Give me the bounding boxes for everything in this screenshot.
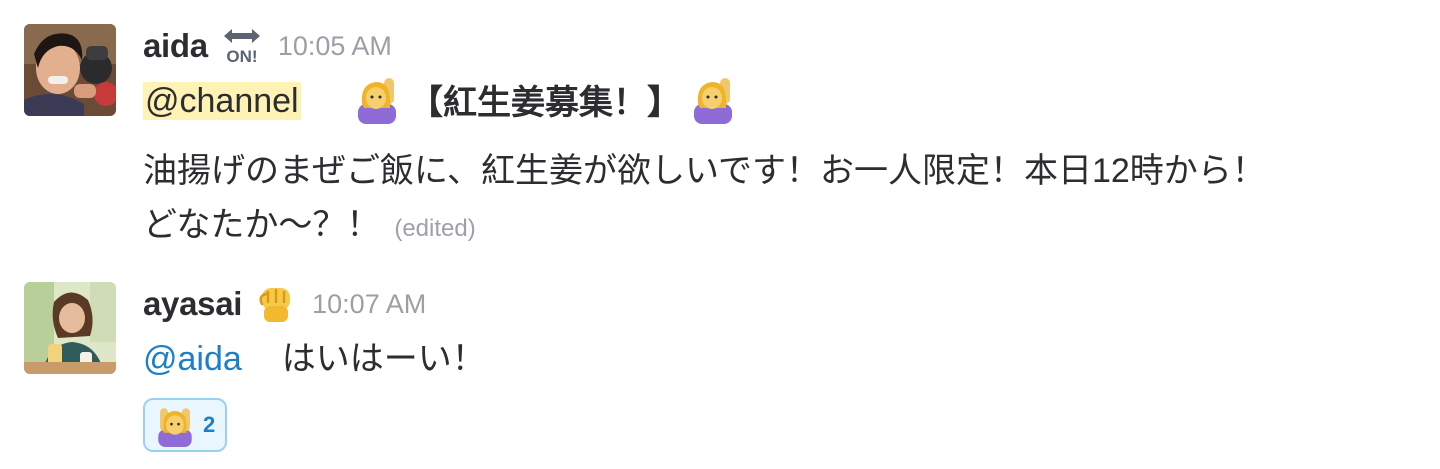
message-paragraph: 油揚げのまぜご飯に、紅生姜が欲しいです！お一人限定！本日12時から！ どなたか〜… [143,144,1430,256]
avatar-ayasai[interactable] [24,282,116,374]
on-arrow-icon: ON! [220,26,264,66]
timestamp[interactable]: 10:05 AM [278,31,392,62]
reaction-count: 2 [203,412,216,437]
message-body: aida ON! 10:05 AM @channel 【紅生姜募集！】 油揚げの… [143,18,1430,256]
message-text: どなたか〜？！ [143,206,381,245]
avatar-aida[interactable] [24,24,116,116]
avatar-photo-aida [24,24,116,116]
timestamp[interactable]: 10:07 AM [312,289,426,320]
message-title-line: @channel 【紅生姜募集！】 [143,74,1430,130]
edited-marker: (edited) [394,215,476,243]
message-body: ayasai 10:07 AM @aida はいはーい！ 2 [143,276,1430,452]
message-text-line-2: どなたか〜？！ (edited) [143,198,1430,256]
status-label: ON! [226,47,257,66]
raised-fist-icon [254,282,298,326]
woman-raising-hand-icon [357,78,396,125]
channel-mention[interactable]: @channel [143,82,301,120]
woman-raising-hand-icon [158,408,192,447]
message-text-line: @aida はいはーい！ [143,332,1430,386]
avatar-photo-ayasai [24,282,116,374]
message-text: はいはーい！ [281,340,486,378]
message-title: 【紅生姜募集！】 [408,84,681,123]
sender-name[interactable]: ayasai [143,285,242,323]
message-header: ayasai 10:07 AM [143,276,1430,332]
sender-name[interactable]: aida [143,27,208,65]
reaction-button[interactable]: 2 [143,398,228,452]
message-text-line-1: 油揚げのまぜご飯に、紅生姜が欲しいです！お一人限定！本日12時から！ [143,152,1266,191]
user-mention[interactable]: @aida [143,340,242,378]
message-header: aida ON! 10:05 AM [143,18,1430,74]
woman-raising-hand-icon [694,78,733,125]
